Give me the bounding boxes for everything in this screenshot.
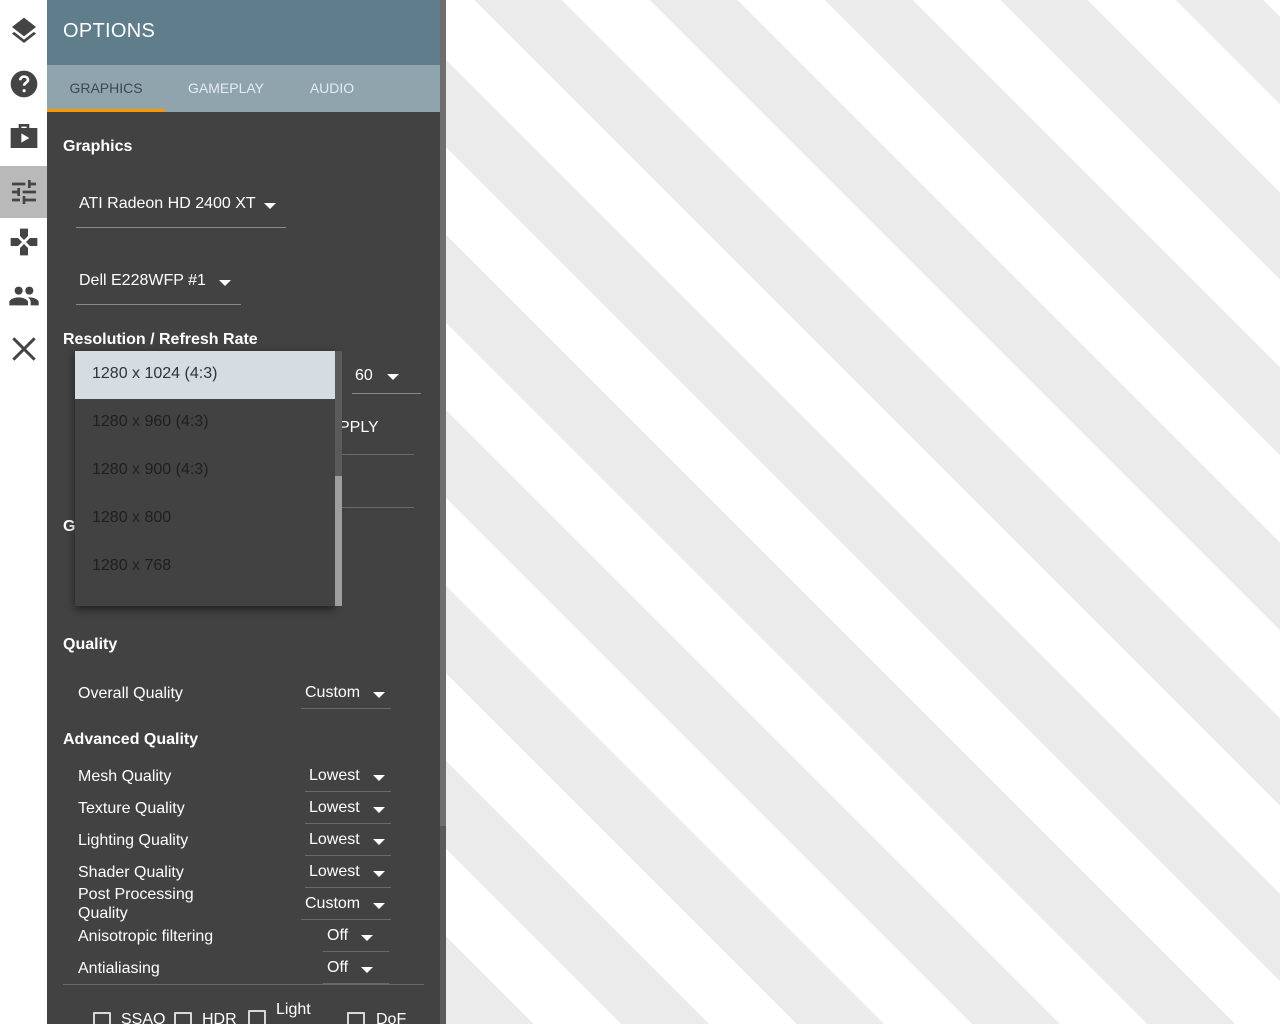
panel-header: OPTIONS: [47, 0, 440, 65]
texture-quality-select[interactable]: Lowest: [305, 799, 391, 824]
overall-quality-label: Overall Quality: [78, 685, 183, 702]
resolution-section-title: Resolution / Refresh Rate: [63, 331, 258, 348]
anisotropic-filtering-label: Anisotropic filtering: [78, 928, 214, 945]
video-library-icon: [10, 124, 37, 148]
overall-quality-value: Custom: [305, 684, 361, 701]
ssao-label: SSAO: [121, 1011, 166, 1024]
monitor-select[interactable]: Dell E228WFP #1: [76, 264, 241, 305]
graphics-adapter-select[interactable]: ATI Radeon HD 2400 XT: [76, 187, 286, 228]
resolution-option[interactable]: 1280 x 800: [75, 495, 335, 543]
tab-audio[interactable]: AUDIO: [297, 65, 367, 112]
overall-quality-select[interactable]: Custom: [301, 684, 391, 709]
tab-bar: GRAPHICS GAMEPLAY AUDIO: [47, 65, 440, 112]
gamepad-button[interactable]: [0, 216, 47, 268]
divider: [337, 507, 414, 508]
texture-quality-value: Lowest: [309, 799, 360, 816]
tune-button[interactable]: [0, 166, 47, 218]
panel-scrollbar-thumb[interactable]: [440, 0, 446, 826]
mesh-quality-select[interactable]: Lowest: [305, 767, 391, 792]
lighting-quality-label: Lighting Quality: [78, 832, 189, 849]
chevron-down-icon: [373, 807, 385, 813]
chevron-down-icon: [373, 839, 385, 845]
close-icon: [11, 337, 36, 361]
antialiasing-select[interactable]: Off: [323, 959, 389, 984]
resolution-option[interactable]: 1280 x 900 (4:3): [75, 447, 335, 495]
resolution-option-label: 1280 x 800: [92, 509, 172, 526]
antialiasing-label: Antialiasing: [78, 960, 160, 977]
chevron-down-icon: [361, 967, 373, 973]
dof-label: DoF: [376, 1011, 407, 1024]
post-processing-quality-label: Post Processing Quality: [78, 886, 194, 922]
resolution-option[interactable]: 1280 x 1024 (4:3): [75, 351, 335, 399]
refresh-rate-select[interactable]: 60: [352, 353, 421, 394]
icon-rail: [0, 0, 47, 1024]
layers-icon: [11, 17, 36, 43]
post-processing-quality-value: Custom: [305, 895, 361, 912]
resolution-option[interactable]: 1280 x 768: [75, 543, 335, 591]
light-checkbox[interactable]: [248, 1010, 266, 1024]
page-title: OPTIONS: [63, 20, 156, 42]
tune-icon: [11, 180, 36, 204]
shader-quality-value: Lowest: [309, 863, 360, 880]
resolution-option-label: 1280 x 768: [92, 557, 172, 574]
texture-quality-label: Texture Quality: [78, 800, 185, 817]
hdr-label: HDR: [202, 1011, 237, 1024]
resolution-option-label: 1280 x 900 (4:3): [92, 461, 209, 478]
people-button[interactable]: [0, 270, 47, 322]
resolution-option[interactable]: 1280 x 960 (4:3): [75, 399, 335, 447]
background-pattern: [446, 0, 1280, 1024]
anisotropic-filtering-select[interactable]: Off: [323, 927, 389, 952]
lighting-quality-select[interactable]: Lowest: [305, 831, 391, 856]
lighting-quality-value: Lowest: [309, 831, 360, 848]
ssao-checkbox[interactable]: [93, 1012, 111, 1024]
close-button[interactable]: [0, 323, 47, 375]
chevron-down-icon: [373, 871, 385, 877]
divider: [337, 454, 414, 455]
hidden-section-title: G: [63, 518, 76, 535]
tab-gameplay[interactable]: GAMEPLAY: [177, 65, 275, 112]
hdr-checkbox[interactable]: [174, 1012, 192, 1024]
dof-checkbox[interactable]: [347, 1012, 365, 1024]
antialiasing-value: Off: [327, 959, 349, 976]
chevron-down-icon: [387, 374, 399, 380]
gamepad-icon: [10, 228, 37, 256]
dropdown-scrollbar-thumb[interactable]: [335, 476, 342, 606]
advanced-quality-section-title: Advanced Quality: [63, 731, 199, 748]
shader-quality-select[interactable]: Lowest: [305, 863, 391, 888]
shader-quality-label: Shader Quality: [78, 864, 184, 881]
refresh-rate-value: 60: [355, 367, 373, 384]
divider: [63, 984, 424, 985]
mesh-quality-label: Mesh Quality: [78, 768, 172, 785]
layers-button[interactable]: [0, 5, 47, 57]
help-button[interactable]: [0, 58, 47, 110]
tab-graphics[interactable]: GRAPHICS: [47, 65, 165, 112]
resolution-option-label: 1280 x 960 (4:3): [92, 413, 209, 430]
chevron-down-icon: [373, 692, 385, 698]
help-icon: [10, 70, 37, 98]
video-library-button[interactable]: [0, 110, 47, 162]
apply-button[interactable]: PPLY: [339, 419, 379, 437]
people-icon: [8, 286, 39, 306]
chevron-down-icon: [361, 935, 373, 941]
monitor-value: Dell E228WFP #1: [79, 272, 206, 289]
chevron-down-icon: [373, 775, 385, 781]
graphics-adapter-value: ATI Radeon HD 2400 XT: [79, 195, 256, 212]
resolution-dropdown-list: 1280 x 1024 (4:3) 1280 x 960 (4:3) 1280 …: [75, 351, 335, 606]
chevron-down-icon: [373, 903, 385, 909]
anisotropic-filtering-value: Off: [327, 927, 349, 944]
mesh-quality-value: Lowest: [309, 767, 360, 784]
chevron-down-icon: [219, 280, 231, 286]
resolution-option-label: 1280 x 1024 (4:3): [92, 365, 218, 382]
quality-section-title: Quality: [63, 636, 118, 653]
light-label: Light: [276, 1001, 311, 1018]
active-tab-indicator: [47, 109, 165, 112]
graphics-section-title: Graphics: [63, 138, 133, 155]
post-processing-quality-select[interactable]: Custom: [301, 895, 391, 920]
chevron-down-icon: [264, 203, 276, 209]
